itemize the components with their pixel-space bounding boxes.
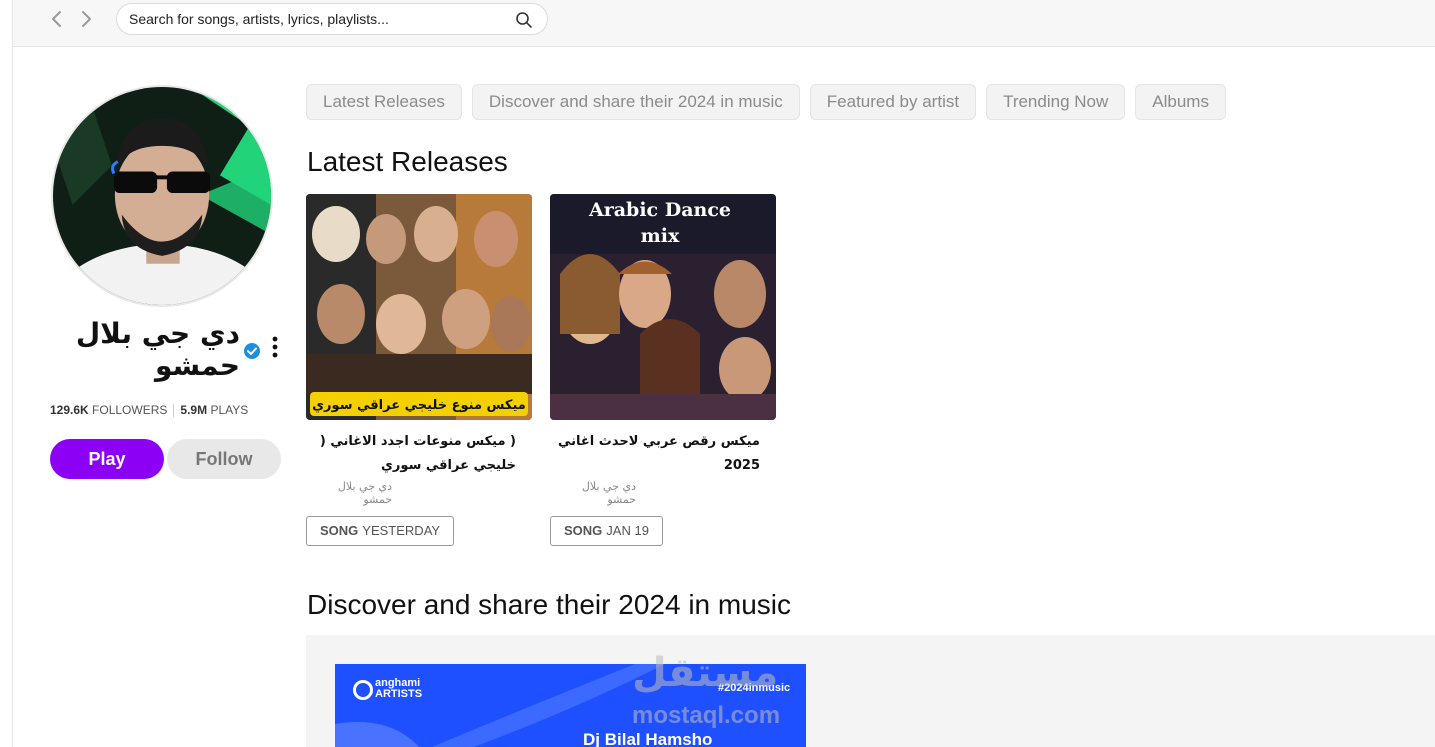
watermark: مستقل mostaql.com (628, 650, 808, 735)
release-cover[interactable]: Arabic Dance mix (550, 194, 776, 420)
release-title[interactable]: ( ميكس منوعات اجدد الاغاني ( خليجي عراقي… (306, 430, 516, 478)
play-button[interactable]: Play (50, 439, 164, 479)
artist-avatar (51, 85, 273, 307)
followers-count: 129.6K (50, 403, 89, 417)
cover-caption-line1: Arabic Dance (588, 199, 731, 221)
release-type: SONG (320, 523, 359, 538)
artist-name: دي جي بلال حمشو (75, 317, 240, 382)
plays-label: PLAYS (210, 403, 249, 417)
forward-arrow-icon[interactable] (76, 8, 96, 30)
watermark-arabic: مستقل (632, 650, 779, 696)
tab-albums[interactable]: Albums (1135, 84, 1226, 120)
release-badge: SONG YESTERDAY (306, 516, 455, 546)
tab-trending-now[interactable]: Trending Now (986, 84, 1126, 120)
search-box (116, 3, 548, 35)
discover-panel: anghami ARTISTS #2024inmusic Dj Bilal Ha… (306, 635, 1435, 747)
release-title[interactable]: ميكس رقص عربي لاحدث اغاني 2025 (550, 430, 760, 478)
release-card[interactable]: Arabic Dance mix ميكس رقص عربي لاحدث اغا… (550, 194, 778, 546)
release-card[interactable]: ميكس منوع خليجي عراقي سوري ( ميكس منوعات… (306, 194, 534, 546)
left-border (12, 0, 13, 747)
tab-discover-2024[interactable]: Discover and share their 2024 in music (471, 84, 800, 120)
watermark-latin: mostaql.com (632, 702, 781, 729)
back-arrow-icon[interactable] (47, 8, 67, 30)
discover-title: Discover and share their 2024 in music (307, 589, 792, 620)
release-artist[interactable]: دي جي بلال حمشو (306, 480, 392, 506)
cover-caption: ميكس منوع خليجي عراقي سوري (312, 398, 526, 413)
release-badge: SONG JAN 19 (550, 516, 663, 546)
follow-button[interactable]: Follow (167, 439, 281, 479)
verified-badge-icon (244, 343, 260, 359)
release-artist[interactable]: دي جي بلال حمشو (550, 480, 636, 506)
more-options-icon[interactable] (266, 335, 284, 359)
search-input[interactable] (129, 4, 509, 34)
latest-releases-title: Latest Releases (307, 146, 508, 177)
release-date: JAN 19 (606, 523, 649, 538)
followers-label: FOLLOWERS (92, 403, 168, 417)
artist-stats: 129.6K FOLLOWERS 5.9M PLAYS (50, 403, 249, 418)
tab-latest-releases[interactable]: Latest Releases (306, 84, 462, 120)
anghami-logo-icon (353, 680, 373, 700)
cover-caption-line2: mix (641, 225, 680, 247)
banner-logo-line2: ARTISTS (375, 688, 423, 700)
section-tabs: Latest Releases Discover and share their … (306, 84, 1236, 120)
tab-featured-by-artist[interactable]: Featured by artist (809, 84, 977, 120)
release-date: YESTERDAY (362, 523, 441, 538)
plays-count: 5.9M (180, 403, 208, 417)
release-cover[interactable]: ميكس منوع خليجي عراقي سوري (306, 194, 532, 420)
release-type: SONG (564, 523, 603, 538)
stats-divider (173, 404, 175, 418)
banner-logo-text: anghami ARTISTS (375, 678, 422, 700)
top-bar (13, 0, 1435, 47)
search-icon[interactable] (515, 11, 533, 29)
